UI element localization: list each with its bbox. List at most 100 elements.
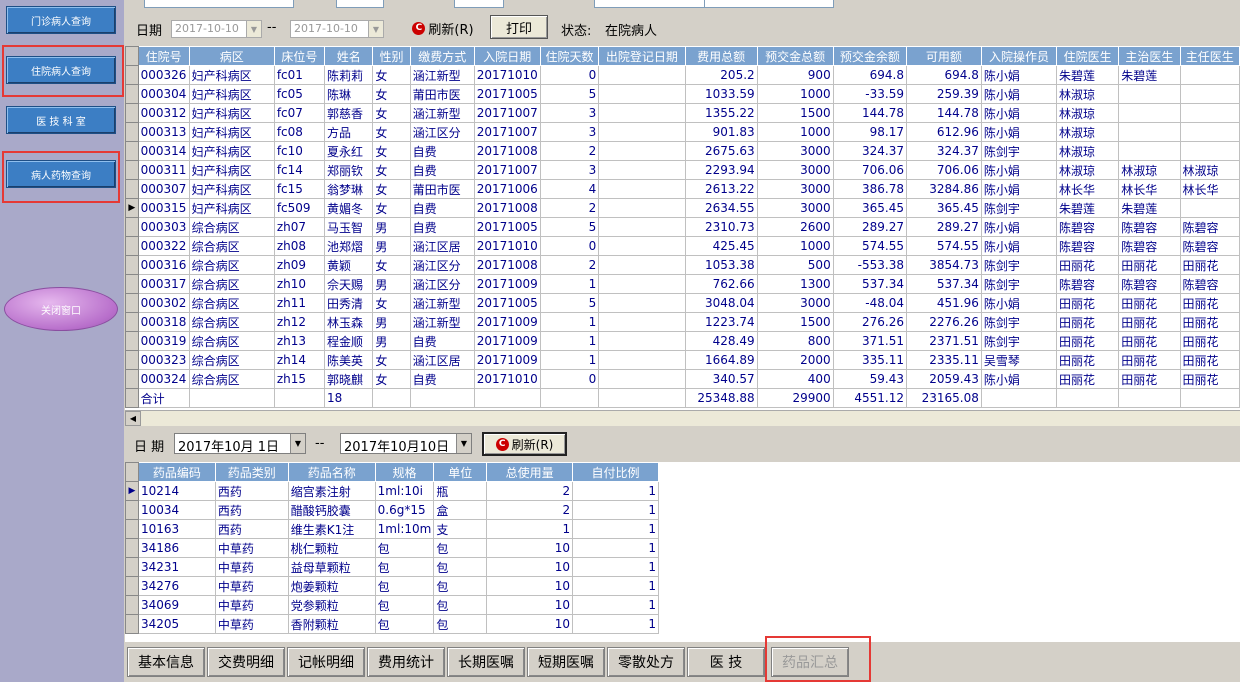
drug-cell[interactable]: 支 (433, 519, 488, 539)
patient-col-header[interactable]: 住院号 (137, 46, 190, 66)
drug-row[interactable]: 34276 中草药 炮姜颗粒包包 10 1 (125, 576, 659, 596)
drug-cell[interactable]: 10 (486, 614, 574, 634)
patient-cell[interactable]: 妇产科病区 (188, 160, 275, 180)
patient-cell[interactable]: 3 (539, 160, 600, 180)
patient-cell[interactable]: 706.06 (832, 160, 907, 180)
drug-cell[interactable]: 包 (374, 557, 435, 577)
drug-cell[interactable]: 1 (486, 519, 574, 539)
patient-cell[interactable]: zh11 (273, 293, 326, 313)
patient-cell[interactable] (598, 236, 686, 256)
drug-cell[interactable]: 10 (486, 576, 574, 596)
drug-col-header[interactable]: 总使用量 (486, 462, 574, 482)
drug-cell[interactable]: 包 (374, 595, 435, 615)
patient-cell[interactable]: 0 (539, 65, 600, 85)
patient-cell[interactable] (598, 369, 686, 389)
drug-row[interactable]: 10163 西药 维生素K1注 1ml:10m 支 1 1 (125, 519, 659, 539)
patient-cell[interactable]: 综合病区 (188, 236, 275, 256)
patient-cell[interactable]: 365.45 (905, 198, 982, 218)
patient-col-header[interactable]: 主治医生 (1118, 46, 1181, 66)
patient-cell[interactable]: 000319 (137, 331, 190, 351)
row-indicator[interactable] (125, 217, 139, 237)
patient-cell[interactable]: 女 (372, 369, 411, 389)
patient-cell[interactable]: 涵江新型 (409, 65, 475, 85)
patient-cell[interactable]: fc15 (273, 179, 326, 199)
patient-cell[interactable]: fc08 (273, 122, 326, 142)
drug-cell[interactable]: 桃仁颗粒 (287, 538, 376, 558)
patient-cell[interactable]: 537.34 (905, 274, 982, 294)
patient-cell[interactable]: 425.45 (684, 236, 758, 256)
patient-cell[interactable]: 林淑琼 (1056, 122, 1120, 142)
patient-grid[interactable]: 住院号 病区 床位号 姓名 性别 缴费方式 入院日期 住院天数 出院登记日期 费用总额 预交金总额预… (125, 46, 1240, 410)
patient-cell[interactable]: 田丽花 (1056, 350, 1120, 370)
patient-cell[interactable]: 000307 (137, 179, 190, 199)
patient-row[interactable]: 000307 妇产科病区 fc15 翁梦琳女莆田市医 20171006 4 2613.22 3… (125, 179, 1240, 199)
patient-cell[interactable]: 田丽花 (1118, 293, 1181, 313)
patient-col-header[interactable]: 预交金总额 (756, 46, 834, 66)
patient-col-header[interactable]: 入院日期 (473, 46, 541, 66)
patient-row[interactable]: 000317 综合病区 zh10 佘天赐男涵江区分 20171009 1 762.66 130… (125, 274, 1240, 294)
patient-cell[interactable]: 林淑琼 (1056, 103, 1120, 123)
patient-cell[interactable]: 林长华 (1118, 179, 1181, 199)
patient-cell[interactable]: 20171009 (473, 312, 541, 332)
close-window-button[interactable]: 关闭窗口 (4, 287, 118, 331)
patient-cell[interactable]: 林淑琼 (1179, 160, 1240, 180)
row-indicator[interactable] (125, 519, 139, 539)
patient-cell[interactable]: 综合病区 (188, 255, 275, 275)
drug-cell[interactable]: 西药 (214, 500, 289, 520)
row-indicator[interactable] (125, 557, 139, 577)
drug-cell[interactable]: 34069 (137, 595, 216, 615)
patient-cell[interactable]: 陈碧容 (1056, 274, 1120, 294)
patient-cell[interactable]: 2634.55 (684, 198, 758, 218)
patient-cell[interactable]: 2293.94 (684, 160, 758, 180)
patient-cell[interactable]: 1053.38 (684, 255, 758, 275)
patient-cell[interactable]: 男 (372, 331, 411, 351)
patient-cell[interactable]: 900 (756, 65, 834, 85)
patient-cell[interactable] (598, 179, 686, 199)
patient-cell[interactable]: fc10 (273, 141, 326, 161)
patient-cell[interactable]: 男 (372, 217, 411, 237)
patient-col-header[interactable]: 住院天数 (539, 46, 600, 66)
patient-cell[interactable]: 1 (539, 331, 600, 351)
patient-cell[interactable] (1179, 103, 1240, 123)
patient-cell[interactable]: 3000 (756, 198, 834, 218)
patient-cell[interactable]: 郭慈香 (324, 103, 374, 123)
patient-col-header[interactable]: 出院登记日期 (598, 46, 686, 66)
patient-cell[interactable]: 陈剑宇 (980, 312, 1058, 332)
row-indicator[interactable] (125, 576, 139, 596)
drug-cell[interactable]: 中草药 (214, 557, 289, 577)
patient-cell[interactable]: 女 (372, 160, 411, 180)
drug-cell[interactable]: 盒 (433, 500, 488, 520)
row-indicator[interactable] (125, 595, 139, 615)
patient-cell[interactable]: 郑丽钦 (324, 160, 374, 180)
patient-cell[interactable]: 20171009 (473, 331, 541, 351)
row-indicator[interactable] (125, 350, 139, 370)
patient-cell[interactable]: 144.78 (905, 103, 982, 123)
patient-cell[interactable]: 莆田市医 (409, 179, 475, 199)
patient-cell[interactable]: 陈碧容 (1179, 217, 1240, 237)
patient-cell[interactable]: 000302 (137, 293, 190, 313)
patient-cell[interactable]: 20171007 (473, 122, 541, 142)
patient-cell[interactable]: 2 (539, 255, 600, 275)
patient-cell[interactable]: 田丽花 (1056, 331, 1120, 351)
patient-cell[interactable]: 林淑琼 (1118, 160, 1181, 180)
drug-date-to-select[interactable]: 2017年10月10日 ▼ (340, 433, 472, 455)
patient-cell[interactable]: 陈小娟 (980, 293, 1058, 313)
patient-col-header[interactable]: 费用总额 (684, 46, 758, 66)
patient-cell[interactable]: fc14 (273, 160, 326, 180)
patient-cell[interactable]: 男 (372, 274, 411, 294)
patient-cell[interactable]: -553.38 (832, 255, 907, 275)
patient-cell[interactable]: 20171005 (473, 217, 541, 237)
patient-cell[interactable]: 吴雪琴 (980, 350, 1058, 370)
patient-cell[interactable]: 324.37 (905, 141, 982, 161)
patient-cell[interactable]: 涵江区分 (409, 122, 475, 142)
patient-cell[interactable]: 妇产科病区 (188, 122, 275, 142)
refresh-button[interactable]: C 刷新(R) (407, 16, 479, 40)
patient-cell[interactable]: 佘天赐 (324, 274, 374, 294)
patient-cell[interactable]: 自费 (409, 160, 475, 180)
patient-cell[interactable]: 2 (539, 141, 600, 161)
drug-cell[interactable]: 1ml:10m (374, 519, 435, 539)
patient-cell[interactable]: 000314 (137, 141, 190, 161)
patient-cell[interactable]: 3000 (756, 179, 834, 199)
patient-cell[interactable]: 陈琳 (324, 84, 374, 104)
patient-cell[interactable]: 2600 (756, 217, 834, 237)
